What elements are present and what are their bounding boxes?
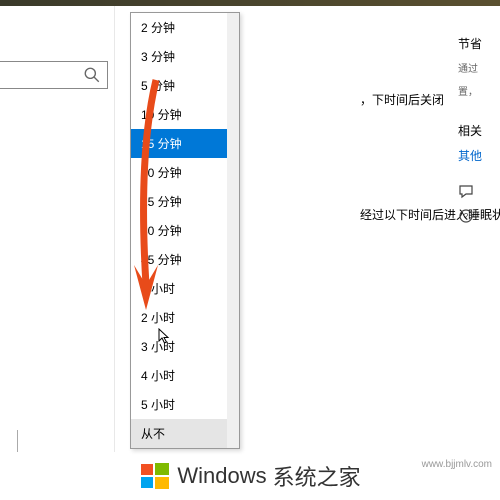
dropdown-item[interactable]: 5 小时 <box>131 390 239 419</box>
search-input[interactable] <box>0 61 108 89</box>
dropdown-item[interactable]: 3 小时 <box>131 332 239 361</box>
footer-brand: Windows <box>177 463 266 489</box>
right-panel: 节省 通过 置， 相关 其他 ? <box>458 35 500 232</box>
footer-url: www.bjjmlv.com <box>422 459 492 470</box>
right-heading-2: 相关 <box>458 122 500 139</box>
right-heading-1: 节省 <box>458 35 500 52</box>
dropdown-item-never[interactable]: 从不 <box>131 419 239 448</box>
dropdown-item[interactable]: 1 小时 <box>131 274 239 303</box>
dropdown-item[interactable]: 2 分钟 <box>131 13 239 42</box>
sidebar <box>0 6 115 500</box>
dropdown-item[interactable]: 20 分钟 <box>131 158 239 187</box>
dropdown-item[interactable]: 30 分钟 <box>131 216 239 245</box>
dropdown-item[interactable]: 10 分钟 <box>131 100 239 129</box>
time-dropdown[interactable]: 2 分钟 3 分钟 5 分钟 10 分钟 15 分钟 20 分钟 25 分钟 3… <box>130 12 240 449</box>
dropdown-scrollbar[interactable] <box>227 13 239 448</box>
help-icon[interactable]: ? <box>458 208 474 224</box>
dropdown-item[interactable]: 3 分钟 <box>131 42 239 71</box>
right-sub-2: 置， <box>458 83 500 98</box>
windows-logo-icon <box>139 460 171 492</box>
dropdown-item[interactable]: 5 分钟 <box>131 71 239 100</box>
search-icon <box>83 66 101 84</box>
dropdown-item-selected[interactable]: 15 分钟 <box>131 129 239 158</box>
dropdown-item[interactable]: 4 小时 <box>131 361 239 390</box>
dropdown-item[interactable]: 2 小时 <box>131 303 239 332</box>
right-sub-1: 通过 <box>458 60 500 75</box>
feedback-icon[interactable] <box>458 184 474 200</box>
dropdown-item[interactable]: 45 分钟 <box>131 245 239 274</box>
screen-off-label: ，下时间后关闭 <box>360 91 444 108</box>
footer-suffix: 系统之家 <box>273 460 361 492</box>
right-link[interactable]: 其他 <box>458 147 500 164</box>
svg-text:?: ? <box>464 212 469 221</box>
dropdown-item[interactable]: 25 分钟 <box>131 187 239 216</box>
